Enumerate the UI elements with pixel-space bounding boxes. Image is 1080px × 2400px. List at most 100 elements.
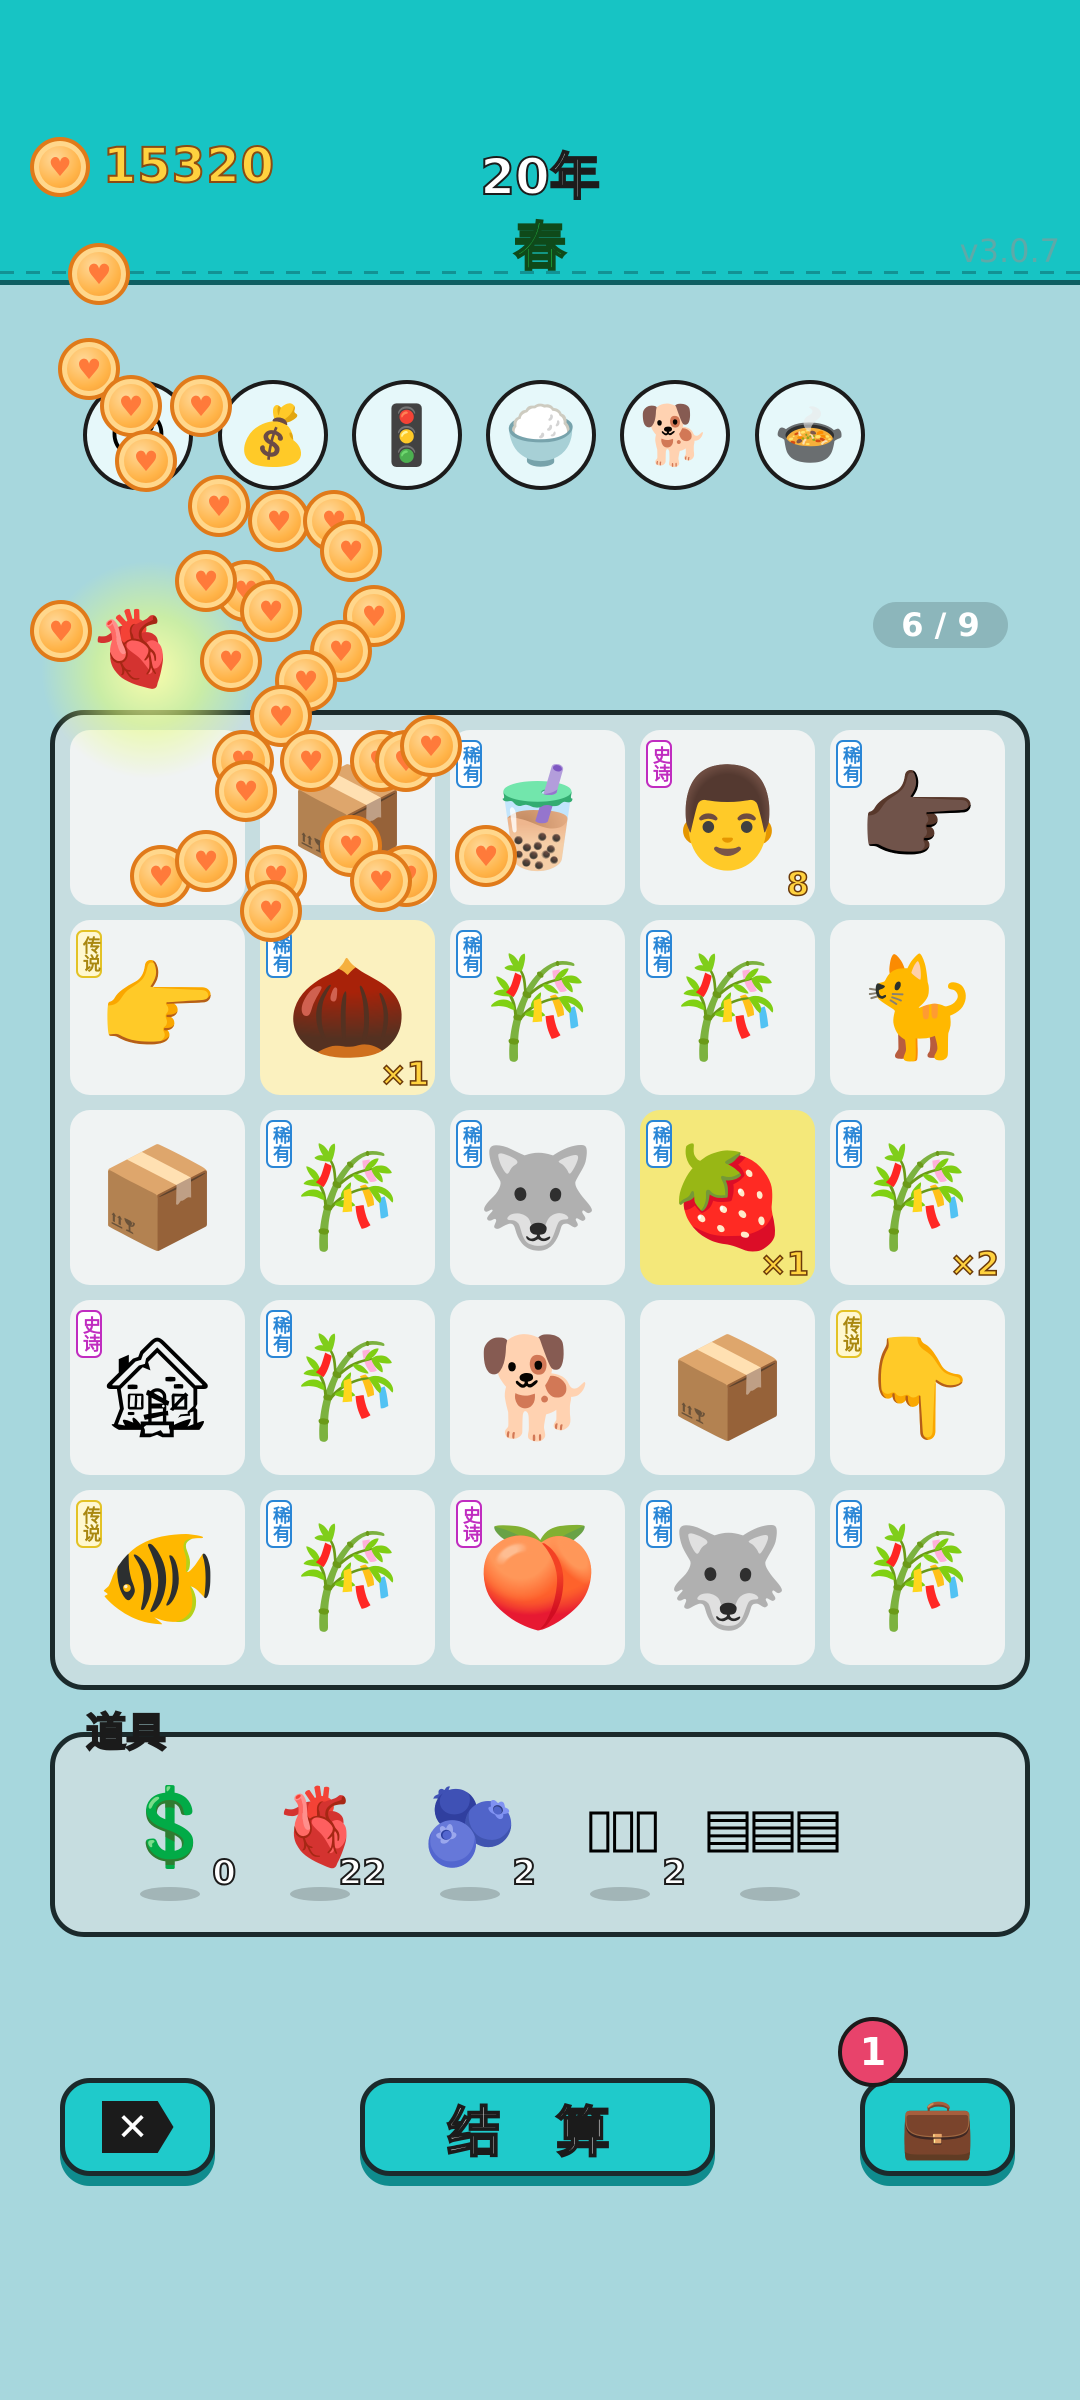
cooking-pot-chick-icon: 🍲 [773,400,847,469]
item-quantity: 0 [211,1852,237,1894]
husky-icon: 🐺 [666,1520,789,1635]
shop-slot-5[interactable]: 🐕 [620,380,730,490]
flying-coin-icon: ♥ [68,243,130,305]
item-slot[interactable]: ▯▯▯ 2 [560,1777,687,1907]
heart-icon: ♥ [206,490,232,524]
rarity-tag: 稀有 [266,1500,292,1548]
close-icon: ✕ [101,2101,174,2153]
heart-icon: ♥ [76,353,102,387]
heart-icon: ♥ [193,565,219,599]
flying-coin-icon: ♥ [175,830,237,892]
items-title: 道具 [85,1709,167,1757]
bamboo-icon: 🎋 [856,1140,979,1255]
rarity-tag: 稀有 [646,930,672,978]
board-cell-man-face[interactable]: 👨 史诗 8 [640,730,815,905]
shop-slot-4[interactable]: 🍚 [486,380,596,490]
board-cell-lychee[interactable]: 🍓 稀有 ×1 [640,1110,815,1285]
bag-badge: 1 [838,2017,908,2087]
flying-coin-icon: ♥ [350,850,412,912]
shop-slot-2[interactable]: 💰 [218,380,328,490]
rarity-tag: 稀有 [646,1120,672,1168]
coin-heart-icon: ♥ [30,137,90,197]
rarity-tag: 稀有 [456,930,482,978]
board-cell-haunted-house[interactable]: 🏚 史诗 [70,1300,245,1475]
bamboo-icon: 🎋 [286,1330,409,1445]
flying-coin-icon: ♥ [280,730,342,792]
ghost-traffic-light-icon: 🚦 [370,400,444,469]
season-label: 春 [513,217,567,279]
board-cell-yellow-pointing-hand[interactable]: 👉 传说 [70,920,245,1095]
flying-coin-icon: ♥ [200,630,262,692]
yellow-pointing-hand-icon: 👇 [856,1330,979,1445]
heart-icon: ♥ [418,730,444,764]
flying-coin-icon: ♥ [455,825,517,887]
rare-slots-icon: ▤▤▤ [702,1795,843,1859]
settle-button[interactable]: 结 算 [360,2078,715,2176]
page-counter: 6 / 9 [873,602,1008,648]
flying-coin-icon: ♥ [320,520,382,582]
board-cell-box[interactable]: 📦 [70,1110,245,1285]
rarity-tag: 稀有 [836,1500,862,1548]
board-cell-bamboo[interactable]: 🎋 稀有 [260,1110,435,1285]
item-slot[interactable]: 💲 0 [110,1777,237,1907]
board-cell-yellow-pointing-hand[interactable]: 👇 传说 [830,1300,1005,1475]
board-cell-husky[interactable]: 🐺 稀有 [640,1490,815,1665]
heart-icon: ♥ [118,390,144,424]
board-cell-bamboo[interactable]: 🎋 稀有 [640,920,815,1095]
flying-coin-icon: ♥ [115,430,177,492]
board-cell-bamboo[interactable]: 🎋 稀有 ×2 [830,1110,1005,1285]
heart-icon: ♥ [258,895,284,929]
rarity-tag: 稀有 [266,1310,292,1358]
rarity-tag: 稀有 [836,1120,862,1168]
rarity-tag: 传说 [836,1310,862,1358]
version-label: v3.0.7 [959,232,1060,270]
heart-icon: ♥ [328,635,354,669]
blueberry-icon: 🫐 [422,1782,518,1871]
rarity-tag: 史诗 [456,1500,482,1548]
briefcase-icon: 💼 [900,2092,975,2163]
board-cell-bamboo[interactable]: 🎋 稀有 [830,1490,1005,1665]
board-cell-brown-ball[interactable]: 🌰 稀有 ×1 [260,920,435,1095]
brown-dog-icon: 🐕 [476,1330,599,1445]
board-cell-peach[interactable]: 🍑 史诗 [450,1490,625,1665]
board-cell-bamboo[interactable]: 🎋 稀有 [450,920,625,1095]
board-cell-brown-dog[interactable]: 🐕 [450,1300,625,1475]
item-slot[interactable]: ▤▤▤ [702,1777,844,1907]
item-slot[interactable]: 🫀 22 [260,1777,387,1907]
items-panel: 💲 0 🫀 22 🫐 2 ▯▯▯ 2 ▤▤▤ [50,1732,1030,1937]
rarity-tag: 稀有 [836,740,862,788]
heart-icon: ♥ [268,700,294,734]
heart-icon: ♥ [338,535,364,569]
heart-icon: ♥ [48,615,74,649]
shop-slot-6[interactable]: 🍲 [755,380,865,490]
rice-bowl-icon: 🍚 [504,400,578,469]
heart-icon: ♥ [218,645,244,679]
man-face-icon: 👨 [666,760,789,875]
heart-icon: ♥ [266,505,292,539]
dollar-coin-icon: 💲 [122,1782,218,1871]
board-cell-bamboo[interactable]: 🎋 稀有 [260,1490,435,1665]
rarity-tag: 稀有 [456,1120,482,1168]
flying-coin-icon: ♥ [215,760,277,822]
rarity-tag: 史诗 [646,740,672,788]
shop-slot-3[interactable]: 🚦 [352,380,462,490]
item-shadow [440,1887,500,1901]
rarity-tag: 传说 [76,930,102,978]
board-cell-box[interactable]: 📦 [640,1300,815,1475]
board-cell-koi-fish[interactable]: 🐠 传说 [70,1490,245,1665]
multiplier-label: ×1 [759,1244,810,1284]
koi-fish-icon: 🐠 [96,1520,219,1635]
board-cell-brown-pointing-hand[interactable]: 👉🏿 稀有 [830,730,1005,905]
item-shadow [590,1887,650,1901]
item-slot[interactable]: 🫐 2 [410,1777,537,1907]
heart-icon: ♥ [188,390,214,424]
board-cell-yellow-cat[interactable]: 🐈 [830,920,1005,1095]
item-shadow [740,1887,800,1901]
board-cell-husky[interactable]: 🐺 稀有 [450,1110,625,1285]
multiplier-label: ×2 [949,1244,1000,1284]
rarity-tag: 稀有 [266,1120,292,1168]
bag-button[interactable]: 💼 [860,2078,1015,2176]
flying-coin-icon: ♥ [188,475,250,537]
close-button[interactable]: ✕ [60,2078,215,2176]
board-cell-bamboo[interactable]: 🎋 稀有 [260,1300,435,1475]
